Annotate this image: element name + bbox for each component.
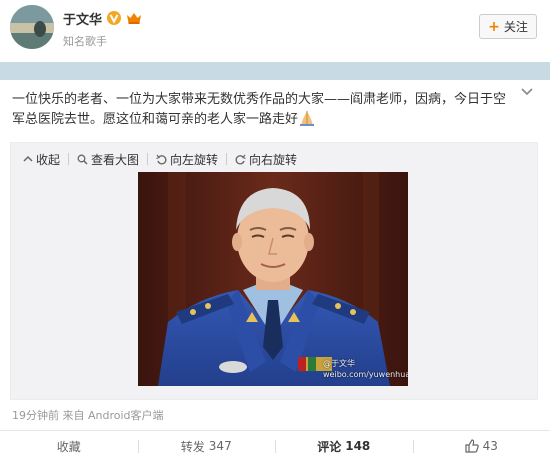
watermark-handle: @于文华: [323, 359, 355, 368]
media-toolbar: 收起 查看大图 向左旋转 向右旋转: [23, 150, 297, 168]
repost-button[interactable]: 转发 347: [137, 431, 276, 461]
rotate-right-button[interactable]: 向右旋转: [235, 151, 297, 168]
repost-label: 转发: [180, 439, 205, 454]
comment-label: 评论: [317, 439, 342, 454]
like-button[interactable]: 43: [412, 431, 550, 461]
rotate-right-icon: [235, 154, 246, 164]
verified-v-icon: [107, 11, 122, 25]
watermark-url: weibo.com/yuwenhua: [323, 370, 408, 379]
collapse-button[interactable]: 收起: [23, 151, 60, 168]
collapse-icon: [23, 155, 33, 162]
post-body: 一位快乐的老者、一位为大家带来无数优秀作品的大家——阎肃老师，因病，今日于空军总…: [12, 92, 507, 127]
view-large-button[interactable]: 查看大图: [77, 151, 139, 168]
follow-label: 关注: [503, 20, 528, 34]
post-photo[interactable]: @于文华 weibo.com/yuwenhua: [138, 172, 408, 386]
pray-icon: [300, 111, 315, 126]
rotate-left-label: 向左旋转: [170, 152, 219, 167]
avatar[interactable]: [10, 5, 54, 49]
post-meta: 19分钟前 来自 Android客户端: [12, 407, 164, 423]
like-count: 43: [482, 439, 498, 453]
rotate-left-button[interactable]: 向左旋转: [156, 151, 218, 168]
toolbar-separator: [226, 153, 228, 165]
collapse-label: 收起: [36, 152, 61, 167]
thumbs-up-icon: [465, 439, 479, 453]
portrait-image: [138, 172, 408, 386]
toolbar-separator: [68, 153, 70, 165]
photo-watermark: @于文华 weibo.com/yuwenhua: [323, 358, 408, 380]
name-row: 于文华: [63, 9, 142, 28]
avatar-image: [10, 5, 54, 49]
member-crown-icon: [127, 13, 142, 24]
plus-icon: +: [488, 18, 500, 35]
follow-button[interactable]: + 关注: [479, 14, 537, 39]
favorite-label: 收藏: [56, 439, 81, 454]
post-source[interactable]: 来自 Android客户端: [63, 409, 164, 422]
media-expanded-panel: 收起 查看大图 向左旋转 向右旋转 @于文华 weibo.com/yuwenhu…: [10, 142, 538, 400]
post-time[interactable]: 19分钟前: [12, 409, 59, 422]
comment-button[interactable]: 评论 148: [275, 431, 413, 461]
chevron-down-icon[interactable]: [520, 86, 534, 96]
user-name[interactable]: 于文华: [63, 9, 102, 28]
header-divider-band: [0, 62, 550, 80]
rotate-right-label: 向右旋转: [249, 152, 298, 167]
favorite-button[interactable]: 收藏: [0, 431, 138, 461]
action-bar: 收藏 转发 347 评论 148 43: [0, 431, 550, 461]
view-large-label: 查看大图: [91, 152, 140, 167]
repost-count: 347: [208, 439, 232, 453]
rotate-left-icon: [156, 154, 167, 164]
post-header: 于文华 知名歌手 + 关注: [0, 0, 550, 62]
magnify-icon: [77, 154, 88, 165]
comment-count: 148: [345, 439, 371, 453]
user-title: 知名歌手: [63, 35, 107, 48]
post-text: 一位快乐的老者、一位为大家带来无数优秀作品的大家——阎肃老师，因病，今日于空军总…: [12, 90, 517, 130]
toolbar-separator: [147, 153, 149, 165]
